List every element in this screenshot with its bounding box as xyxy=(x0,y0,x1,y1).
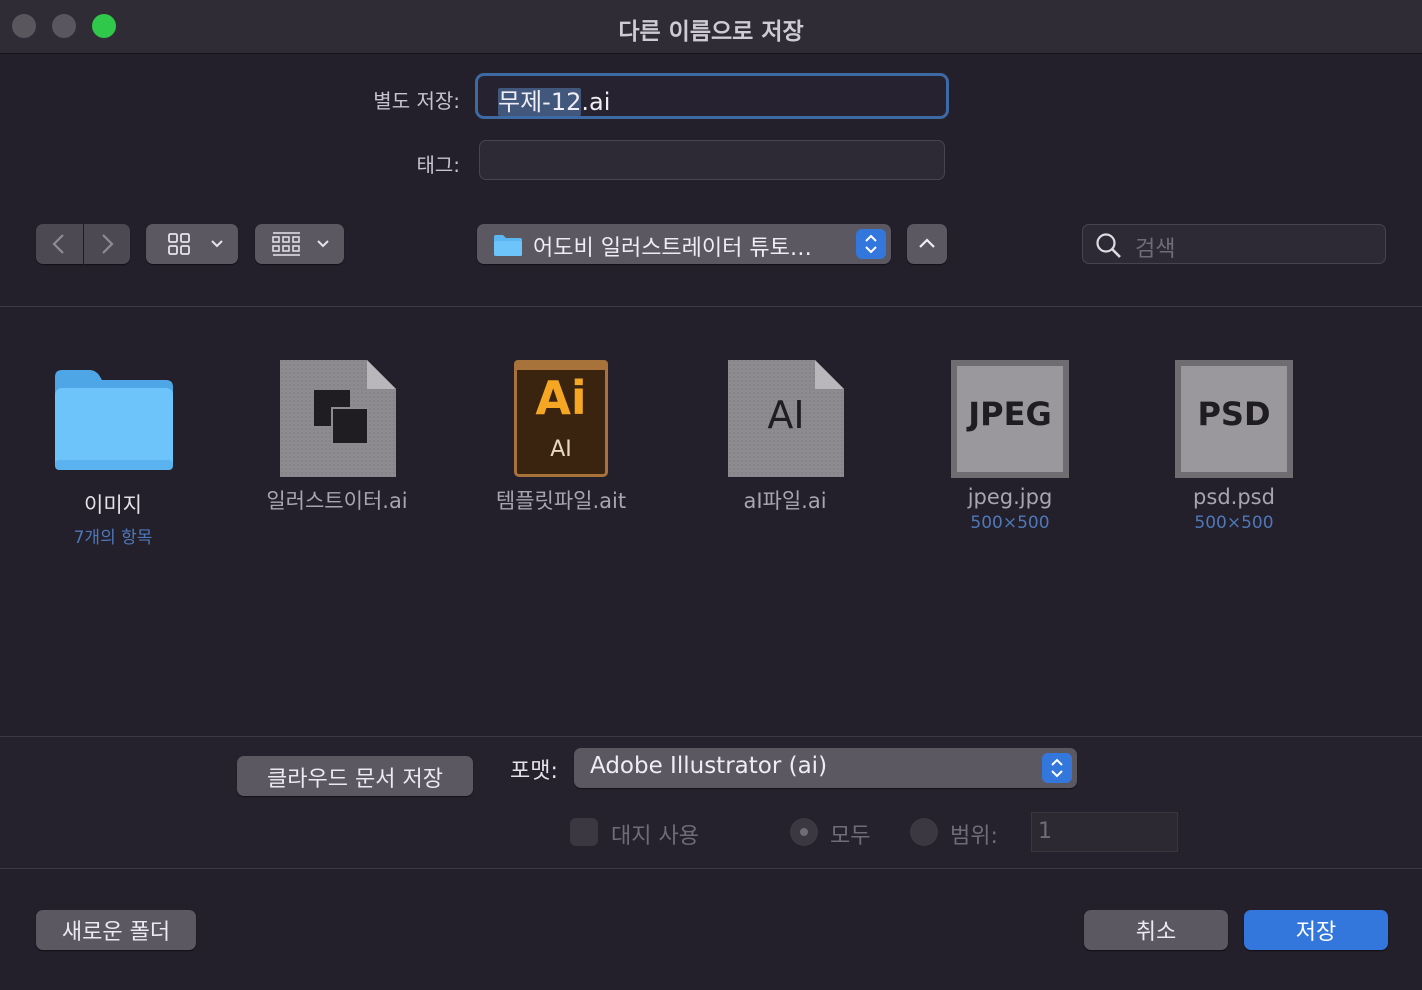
save-as-label: 별도 저장: xyxy=(373,89,460,113)
illustrator-template-icon: Ai AI xyxy=(476,355,646,485)
search-icon xyxy=(1096,233,1121,258)
tags-input[interactable] xyxy=(479,140,945,180)
group-view-button[interactable] xyxy=(255,224,344,264)
file-item-psd[interactable]: PSD psd.psd 500×500 xyxy=(1149,355,1319,533)
save-as-input[interactable]: 무제-12.ai xyxy=(475,73,949,119)
save-to-cloud-button[interactable]: 클라우드 문서 저장 xyxy=(237,756,473,796)
chevron-down-icon xyxy=(211,240,223,248)
file-name: 이미지 xyxy=(84,493,142,517)
artboards-label: 대지 사용 xyxy=(611,824,699,849)
file-subtitle: 7개의 항목 xyxy=(73,528,153,548)
file-item-jpeg[interactable]: JPEG jpeg.jpg 500×500 xyxy=(925,355,1095,533)
forward-button[interactable] xyxy=(84,224,130,264)
search-placeholder: 검색 xyxy=(1135,237,1176,262)
icon-view-button[interactable] xyxy=(146,224,238,264)
updown-stepper-icon xyxy=(856,229,886,259)
file-name: jpeg.jpg xyxy=(967,485,1053,509)
file-item-ai-template[interactable]: Ai AI 템플릿파일.ait xyxy=(476,355,646,515)
file-item-illustrator-doc[interactable]: 일러스트이터.ai xyxy=(252,355,422,515)
tags-label: 태그: xyxy=(416,153,460,177)
divider xyxy=(0,868,1422,869)
file-name: 일러스트이터.ai xyxy=(266,489,408,513)
search-field[interactable]: 검색 xyxy=(1082,224,1386,264)
file-item-ai-doc[interactable]: AI aI파일.ai xyxy=(700,355,870,515)
file-subtitle: 500×500 xyxy=(1194,513,1274,533)
collapse-button[interactable] xyxy=(907,224,947,264)
format-value: Adobe Illustrator (ai) xyxy=(590,753,828,779)
artboards-checkbox[interactable] xyxy=(570,818,598,846)
range-input[interactable]: 1 xyxy=(1031,812,1178,852)
all-radio[interactable] xyxy=(790,818,818,846)
psd-image-icon: PSD xyxy=(1149,355,1319,485)
location-popup[interactable]: 어도비 일러스트레이터 튜토… xyxy=(477,224,891,264)
document-layers-icon xyxy=(252,355,422,485)
file-item-folder[interactable]: 이미지 7개의 항목 xyxy=(28,355,198,548)
file-name: aI파일.ai xyxy=(743,489,827,513)
range-value: 1 xyxy=(1038,819,1052,844)
updown-stepper-icon xyxy=(1042,753,1072,783)
ai-document-icon: AI xyxy=(700,355,870,485)
folder-icon xyxy=(55,370,173,470)
group-grid-icon xyxy=(272,232,300,256)
format-label: 포맷: xyxy=(510,759,558,784)
chevron-down-icon xyxy=(317,240,329,248)
cancel-button[interactable]: 취소 xyxy=(1084,910,1228,950)
window-title: 다른 이름으로 저장 xyxy=(618,19,804,45)
new-folder-button[interactable]: 새로운 폴더 xyxy=(36,910,196,950)
all-label: 모두 xyxy=(830,824,871,849)
range-radio[interactable] xyxy=(910,818,938,846)
chevron-up-icon xyxy=(919,238,935,248)
save-button[interactable]: 저장 xyxy=(1244,910,1388,950)
back-button[interactable] xyxy=(36,224,83,264)
jpeg-image-icon: JPEG xyxy=(925,355,1095,485)
format-popup[interactable]: Adobe Illustrator (ai) xyxy=(574,748,1077,788)
file-name: psd.psd xyxy=(1193,485,1275,509)
folder-icon xyxy=(494,235,522,256)
grid-view-icon xyxy=(168,233,190,255)
radio-dot-icon xyxy=(800,828,808,836)
location-name: 어도비 일러스트레이터 튜토… xyxy=(533,236,812,261)
file-name: 템플릿파일.ait xyxy=(495,489,627,513)
file-subtitle: 500×500 xyxy=(970,513,1050,533)
chevron-right-icon xyxy=(102,234,114,254)
filename-selected-text: 무제-12 xyxy=(498,88,582,116)
chevron-left-icon xyxy=(52,234,64,254)
filename-extension: .ai xyxy=(581,88,611,116)
range-label: 범위: xyxy=(950,824,998,849)
